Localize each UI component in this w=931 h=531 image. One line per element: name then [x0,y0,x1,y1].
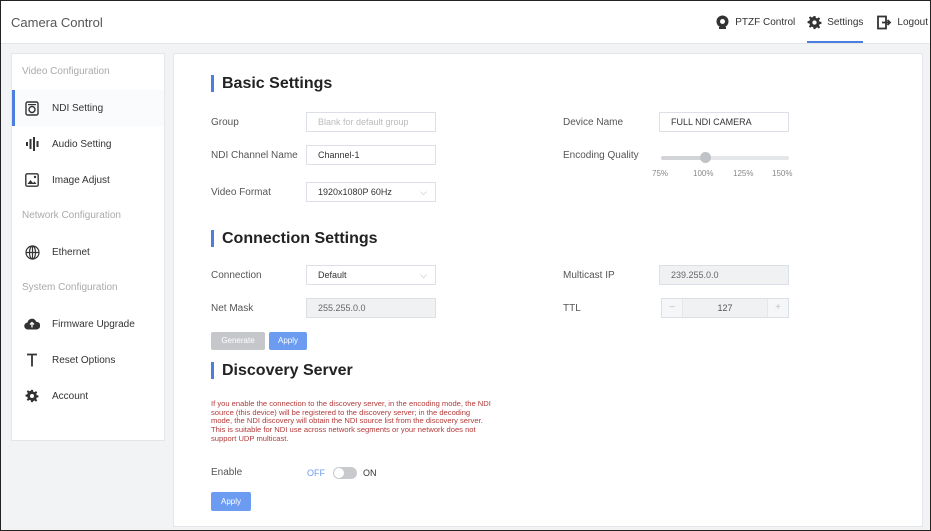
net-mask-label: Net Mask [211,303,254,314]
app-window: Camera Control PTZF Control Settings Log… [0,0,931,531]
nav-ptzf-control[interactable]: PTZF Control [715,1,795,43]
sidebar-item-audio-setting[interactable]: Audio Setting [12,126,164,162]
video-format-value: 1920x1080P 60Hz [318,187,392,197]
connection-select[interactable]: Default ⌵ [306,265,436,285]
main-panel: Basic Settings Group Blank for default g… [173,53,923,527]
sidebar-item-image-adjust[interactable]: Image Adjust [12,162,164,198]
sidebar-item-label: Account [52,390,89,402]
encoding-tick: 75% [652,169,669,178]
camera-icon [715,15,730,30]
sidebar-section-video: Video Configuration [22,66,110,77]
toggle-off-label: OFF [307,468,325,478]
encoding-tick: 100% [693,169,714,178]
nav-settings-label: Settings [827,16,864,28]
video-format-label: Video Format [211,187,271,198]
sidebar-item-label: Image Adjust [52,174,110,186]
connection-value: Default [318,270,347,280]
sidebar-item-firmware-upgrade[interactable]: Firmware Upgrade [12,306,164,342]
ndi-device-icon [24,100,40,116]
device-name-input[interactable]: FULL NDI CAMERA [659,112,789,132]
encoding-quality-slider[interactable] [661,152,789,163]
audio-bars-icon [24,136,40,152]
group-input[interactable]: Blank for default group [306,112,436,132]
sidebar-item-ndi-setting[interactable]: NDI Setting [12,90,164,126]
sidebar-item-ethernet[interactable]: Ethernet [12,234,164,270]
enable-label: Enable [211,467,243,478]
reset-t-icon [24,352,40,368]
top-bar: Camera Control PTZF Control Settings Log… [1,1,930,44]
ttl-increment-button[interactable]: + [767,299,788,317]
discovery-description: If you enable the connection to the disc… [211,399,491,443]
image-icon [24,172,40,188]
nav-settings[interactable]: Settings [807,1,864,43]
group-label: Group [211,117,239,128]
sidebar-item-label: NDI Setting [52,102,104,114]
sidebar-item-label: Firmware Upgrade [52,318,135,330]
chevron-down-icon: ⌵ [420,270,427,280]
basic-settings-title: Basic Settings [211,75,332,92]
ttl-value: 127 [717,303,733,313]
encoding-tick: 125% [733,169,754,178]
discovery-server-title: Discovery Server [211,362,353,379]
multicast-ip-input[interactable]: 239.255.0.0 [659,265,789,285]
toggle-on-label: ON [363,468,377,478]
encoding-quality-label: Encoding Quality [563,150,639,161]
generate-button[interactable]: Generate [211,332,265,350]
nav-ptzf-label: PTZF Control [735,16,796,28]
slider-fill [661,156,705,160]
slider-handle[interactable] [700,152,711,163]
sidebar-item-reset-options[interactable]: Reset Options [12,342,164,378]
encoding-tick: 150% [772,169,793,178]
sidebar-item-label: Reset Options [52,354,116,366]
video-format-select[interactable]: 1920x1080P 60Hz ⌵ [306,182,436,202]
top-nav: PTZF Control Settings Logout [715,1,930,43]
nav-logout-label: Logout [897,16,928,28]
nav-logout[interactable]: Logout [877,1,928,43]
sidebar-item-account[interactable]: Account [12,378,164,414]
connection-apply-button[interactable]: Apply [269,332,307,350]
sidebar-section-network: Network Configuration [22,210,121,221]
ndi-channel-label: NDI Channel Name [211,150,298,161]
discovery-apply-button[interactable]: Apply [211,492,251,511]
account-gear-icon [24,388,40,404]
chevron-down-icon: ⌵ [420,187,427,197]
multicast-ip-label: Multicast IP [563,270,615,281]
net-mask-input[interactable]: 255.255.0.0 [306,298,436,318]
device-name-label: Device Name [563,117,624,128]
ttl-stepper[interactable]: − 127 + [661,298,789,318]
sidebar: Video Configuration NDI Setting Audio Se… [11,53,165,441]
cloud-upload-icon [24,316,40,332]
sidebar-item-label: Ethernet [52,246,90,258]
logout-icon [877,15,892,30]
sidebar-section-system: System Configuration [22,282,118,293]
toggle-knob [334,468,344,478]
ndi-channel-input[interactable]: Channel-1 [306,145,436,165]
ttl-decrement-button[interactable]: − [662,299,683,317]
sidebar-item-label: Audio Setting [52,138,112,150]
ttl-label: TTL [563,303,581,314]
app-title: Camera Control [11,15,103,30]
globe-icon [24,244,40,260]
discovery-enable-toggle[interactable] [333,467,357,479]
connection-settings-title: Connection Settings [211,230,378,247]
gear-icon [807,15,822,30]
connection-label: Connection [211,270,262,281]
